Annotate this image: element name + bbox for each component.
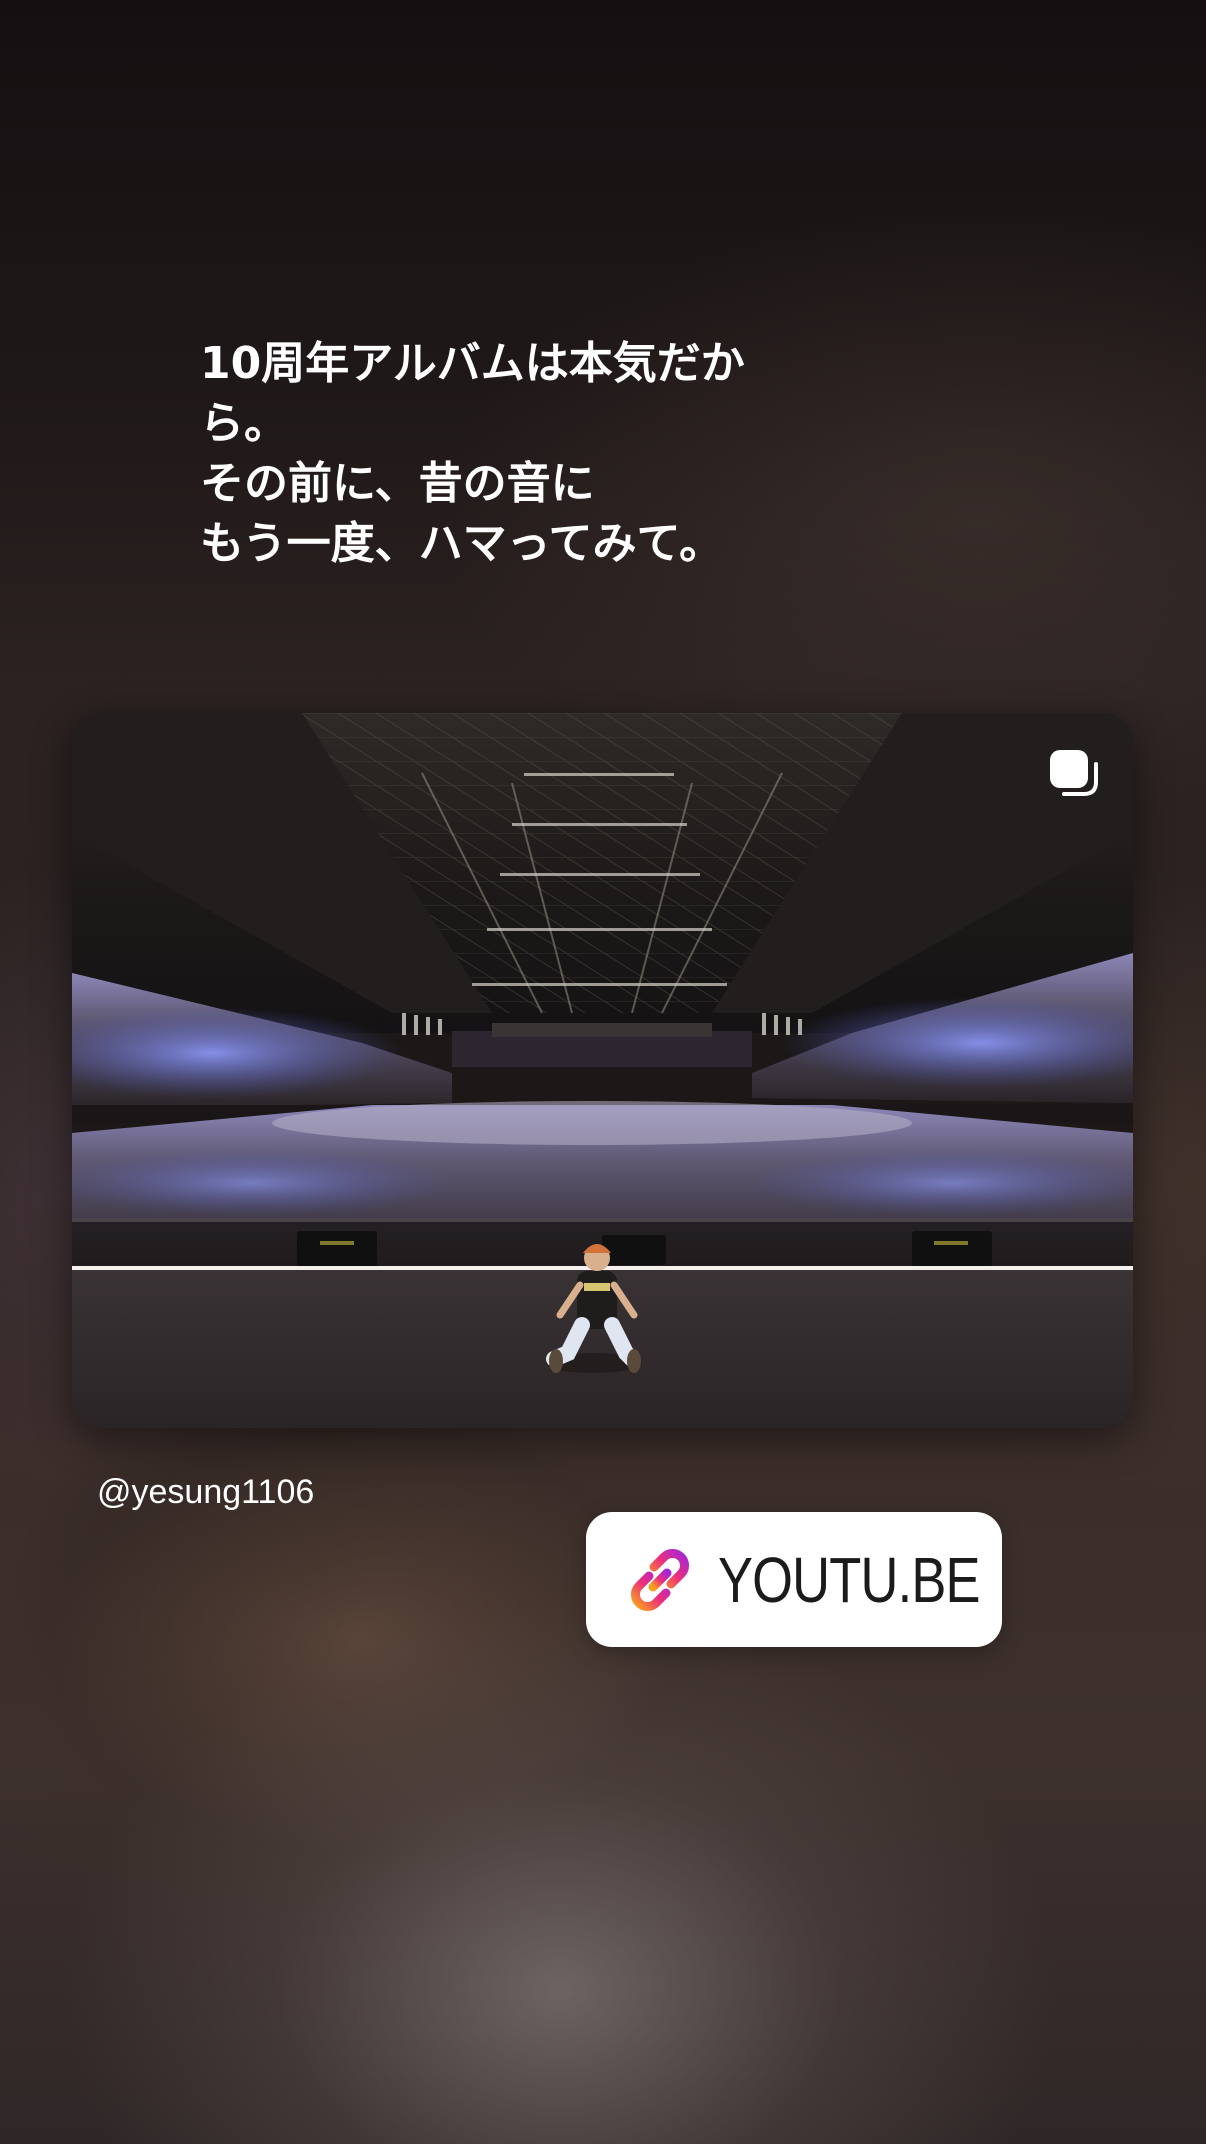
carousel-icon [1050, 750, 1098, 796]
concert-photo [72, 713, 1133, 1428]
story-caption: 10周年アルバムは本気だか ら。 その前に、昔の音に もう一度、ハマってみて。 [200, 338, 745, 569]
link-icon [631, 1548, 689, 1611]
username-mention[interactable]: @yesung1106 [97, 1470, 314, 1514]
link-domain: YOUTU.BE [718, 1543, 981, 1616]
post-photo[interactable] [72, 713, 1133, 1428]
link-sticker[interactable]: YOUTU.BE [586, 1512, 1002, 1647]
